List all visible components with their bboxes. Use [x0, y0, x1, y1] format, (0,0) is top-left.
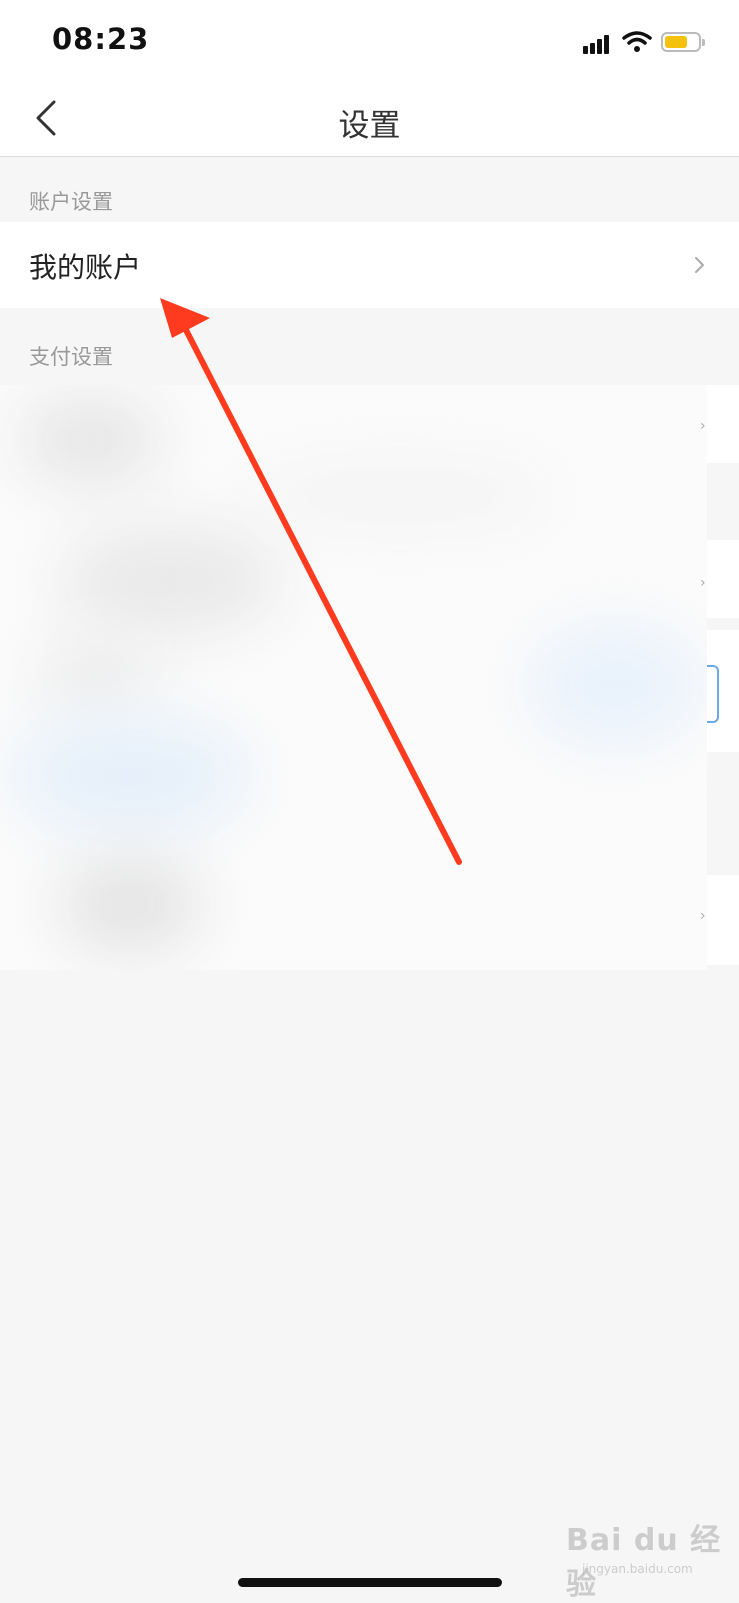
button-edge — [707, 665, 719, 723]
blurred-content — [0, 385, 707, 970]
status-time: 08:23 — [52, 22, 150, 56]
chevron-right-icon: › — [700, 575, 706, 591]
my-account-row[interactable]: 我的账户 — [0, 222, 739, 308]
row-edge — [707, 875, 739, 965]
chevron-right-icon: › — [700, 908, 706, 924]
row-edge — [707, 540, 739, 618]
section-title-payment: 支付设置 — [29, 345, 113, 369]
wifi-icon — [622, 31, 652, 52]
status-bar: 08:23 — [0, 0, 739, 80]
watermark-logo: Bai du 经验 — [566, 1523, 722, 1602]
nav-bar: 设置 — [0, 80, 739, 157]
page-title: 设置 — [338, 108, 401, 144]
cellular-signal-icon — [583, 34, 615, 54]
home-indicator — [238, 1578, 502, 1587]
row-edge — [707, 385, 739, 463]
chevron-right-icon — [695, 257, 704, 273]
my-account-label: 我的账户 — [29, 251, 142, 284]
section-title-account: 账户设置 — [29, 190, 113, 214]
watermark-url: jingyan.baidu.com — [582, 1562, 693, 1576]
battery-icon — [661, 32, 705, 52]
chevron-right-icon: › — [700, 418, 706, 434]
